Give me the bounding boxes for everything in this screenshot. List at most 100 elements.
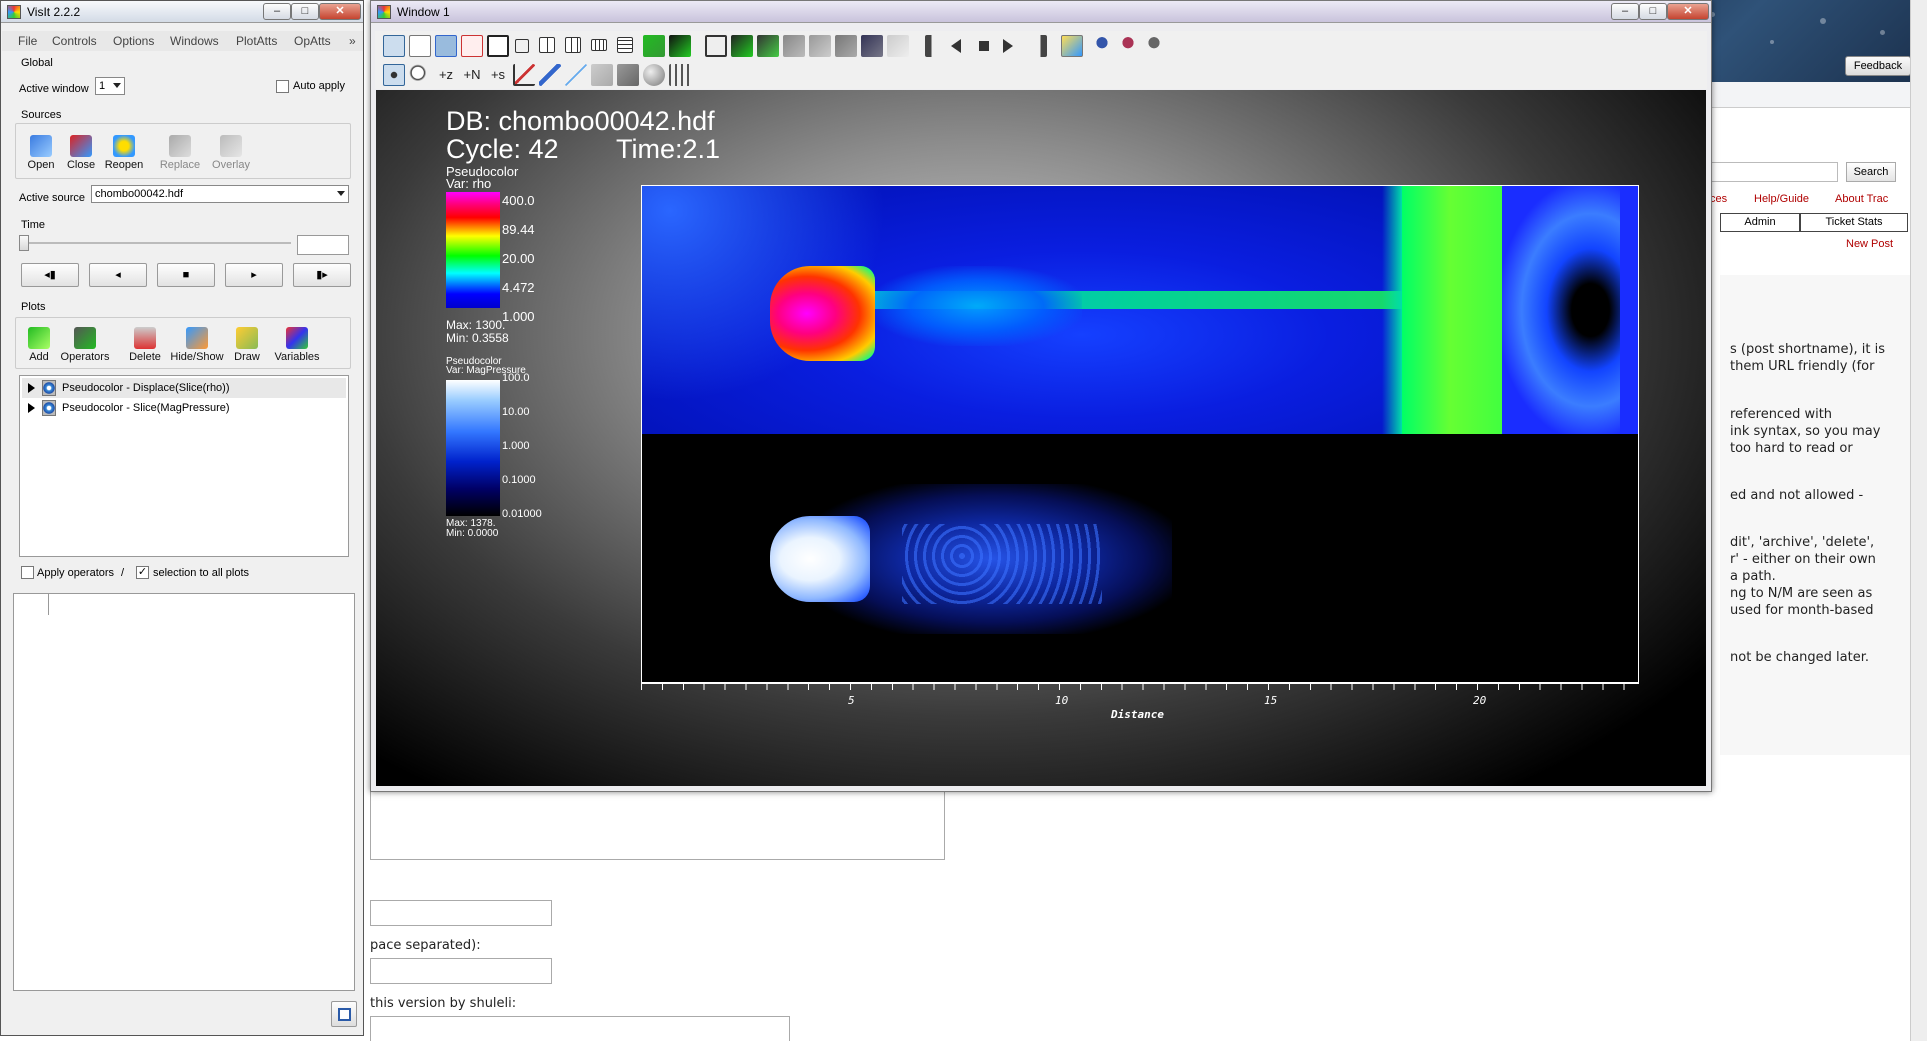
menu-controls[interactable]: Controls [52, 34, 97, 48]
last-frame-icon[interactable] [1025, 35, 1047, 57]
window1-titlebar[interactable]: Window 1 – □ ✕ [371, 1, 1711, 23]
form-field[interactable] [370, 900, 552, 926]
post-window-button[interactable] [331, 1001, 357, 1027]
lineout-icon[interactable]: +z [435, 64, 457, 86]
reverse-play-button[interactable]: ◂ [89, 263, 147, 287]
nav-link-help-guide[interactable]: Help/Guide [1754, 193, 1809, 205]
reopen-button[interactable]: Reopen [103, 135, 145, 171]
axis-restriction-icon[interactable] [669, 64, 691, 86]
window1-maximize-button[interactable]: □ [1639, 3, 1667, 20]
replace-button[interactable]: Replace [159, 135, 201, 171]
tab-ticket-stats[interactable]: Ticket Stats [1800, 213, 1908, 232]
navigate-icon[interactable] [383, 64, 405, 86]
close-source-button[interactable]: Close [63, 135, 99, 171]
play-animation-icon[interactable] [1003, 39, 1013, 53]
layout-1x1-icon[interactable] [487, 35, 509, 57]
copy-icon[interactable] [861, 35, 883, 57]
forward-step-button[interactable]: ▮▸ [293, 263, 351, 287]
draw-button[interactable]: Draw [229, 327, 265, 363]
tab-admin[interactable]: Admin [1720, 213, 1800, 232]
version-comment-field[interactable] [370, 1016, 790, 1041]
menu-opatts[interactable]: OpAtts [294, 34, 331, 48]
expand-arrow-icon[interactable] [28, 383, 35, 393]
plot-axes-icon[interactable] [513, 64, 535, 86]
spin-icon[interactable] [669, 35, 691, 57]
plot-list[interactable]: Pseudocolor - Displace(Slice(rho)) Pseud… [19, 375, 349, 557]
reverse-step-button[interactable]: ◂▮ [21, 263, 79, 287]
expand-arrow-icon[interactable] [28, 403, 35, 413]
menu-windows[interactable]: Windows [170, 34, 219, 48]
selection-checkbox[interactable]: ✓ [136, 566, 149, 579]
window1-minimize-button[interactable]: – [1611, 3, 1639, 20]
close-button[interactable]: ✕ [319, 3, 361, 20]
menu-options[interactable]: Options [113, 34, 154, 48]
first-frame-icon[interactable] [925, 35, 947, 57]
feedback-button[interactable]: Feedback [1845, 56, 1911, 76]
delete-plot-button[interactable]: Delete [125, 327, 165, 363]
camera-icon[interactable] [783, 35, 805, 57]
description-textarea[interactable] [370, 790, 945, 860]
stop-button[interactable]: ■ [157, 263, 215, 287]
active-window-select[interactable]: 1 [95, 77, 125, 95]
probe-icon[interactable] [539, 64, 561, 86]
menu-file[interactable]: File [18, 34, 37, 48]
open-button[interactable]: Open [23, 135, 59, 171]
host-icon[interactable] [1143, 35, 1165, 57]
perspective-icon[interactable] [705, 35, 727, 57]
previous-frame-icon[interactable] [951, 39, 961, 53]
time-slider-track[interactable] [21, 242, 291, 244]
new-post-link[interactable]: New Post [1846, 238, 1893, 250]
plot-area[interactable] [641, 185, 1639, 683]
lock-time-icon[interactable] [757, 35, 779, 57]
overlay-button[interactable]: Overlay [209, 135, 253, 171]
zoom-icon[interactable] [409, 64, 431, 86]
window1-close-button[interactable]: ✕ [1667, 3, 1709, 20]
stop-animation-icon[interactable] [979, 41, 989, 51]
layout-2x4-icon[interactable] [591, 39, 607, 51]
toggle-icon[interactable] [383, 35, 405, 57]
layout-2x2-icon[interactable] [539, 37, 555, 53]
nav-link-preferences[interactable]: ces [1710, 193, 1727, 205]
minimize-button[interactable]: – [263, 3, 291, 20]
save-image-icon[interactable] [809, 35, 831, 57]
engine-icon[interactable] [1117, 35, 1139, 57]
auto-apply-checkbox[interactable] [276, 80, 289, 93]
active-source-select[interactable]: chombo00042.hdf [91, 185, 349, 203]
menu-plotatts[interactable]: PlotAtts [236, 34, 277, 48]
print-icon[interactable] [835, 35, 857, 57]
variables-button[interactable]: Variables [271, 327, 323, 363]
maximize-button[interactable]: □ [291, 3, 319, 20]
pick-node-icon[interactable]: +N [461, 64, 483, 86]
browser-search-input[interactable] [1710, 162, 1838, 182]
clone-window-icon[interactable] [435, 35, 457, 57]
apply-operators-checkbox[interactable] [21, 566, 34, 579]
line-tool-icon[interactable] [565, 64, 587, 86]
visit-titlebar[interactable]: VisIt 2.2.2 – □ ✕ [1, 1, 363, 23]
add-plot-button[interactable]: Add [21, 327, 57, 363]
time-slider-handle[interactable] [19, 235, 29, 251]
delete-window-icon[interactable] [461, 35, 483, 57]
active-window-icon[interactable] [643, 35, 665, 57]
time-state-field[interactable] [297, 235, 349, 255]
plot-list-item[interactable]: Pseudocolor - Displace(Slice(rho)) [22, 378, 346, 398]
layout-1x2-icon[interactable] [515, 39, 529, 53]
render-viewport[interactable]: DB: chombo00042.hdf Cycle: 42 Time:2.1 P… [376, 90, 1706, 786]
new-window-icon[interactable] [409, 35, 431, 57]
operators-button[interactable]: Operators [59, 327, 111, 363]
lock-view-icon[interactable] [731, 35, 753, 57]
layout-2x3-icon[interactable] [565, 37, 581, 53]
plot-list-item[interactable]: Pseudocolor - Slice(MagPressure) [22, 398, 346, 418]
recenter-icon[interactable] [887, 35, 909, 57]
box-tool-icon[interactable] [617, 64, 639, 86]
plane-tool-icon[interactable] [591, 64, 613, 86]
browser-scrollbar[interactable] [1910, 0, 1927, 1041]
sphere-tool-icon[interactable] [643, 64, 665, 86]
play-button[interactable]: ▸ [225, 263, 283, 287]
tags-field[interactable] [370, 958, 552, 984]
hide-show-button[interactable]: Hide/Show [169, 327, 225, 363]
menu-overflow[interactable]: » [349, 34, 356, 48]
nav-link-about-trac[interactable]: About Trac [1835, 193, 1888, 205]
pick-zone-icon[interactable]: +s [487, 64, 509, 86]
notepad-tab[interactable] [13, 593, 49, 615]
user-icon[interactable] [1091, 35, 1113, 57]
